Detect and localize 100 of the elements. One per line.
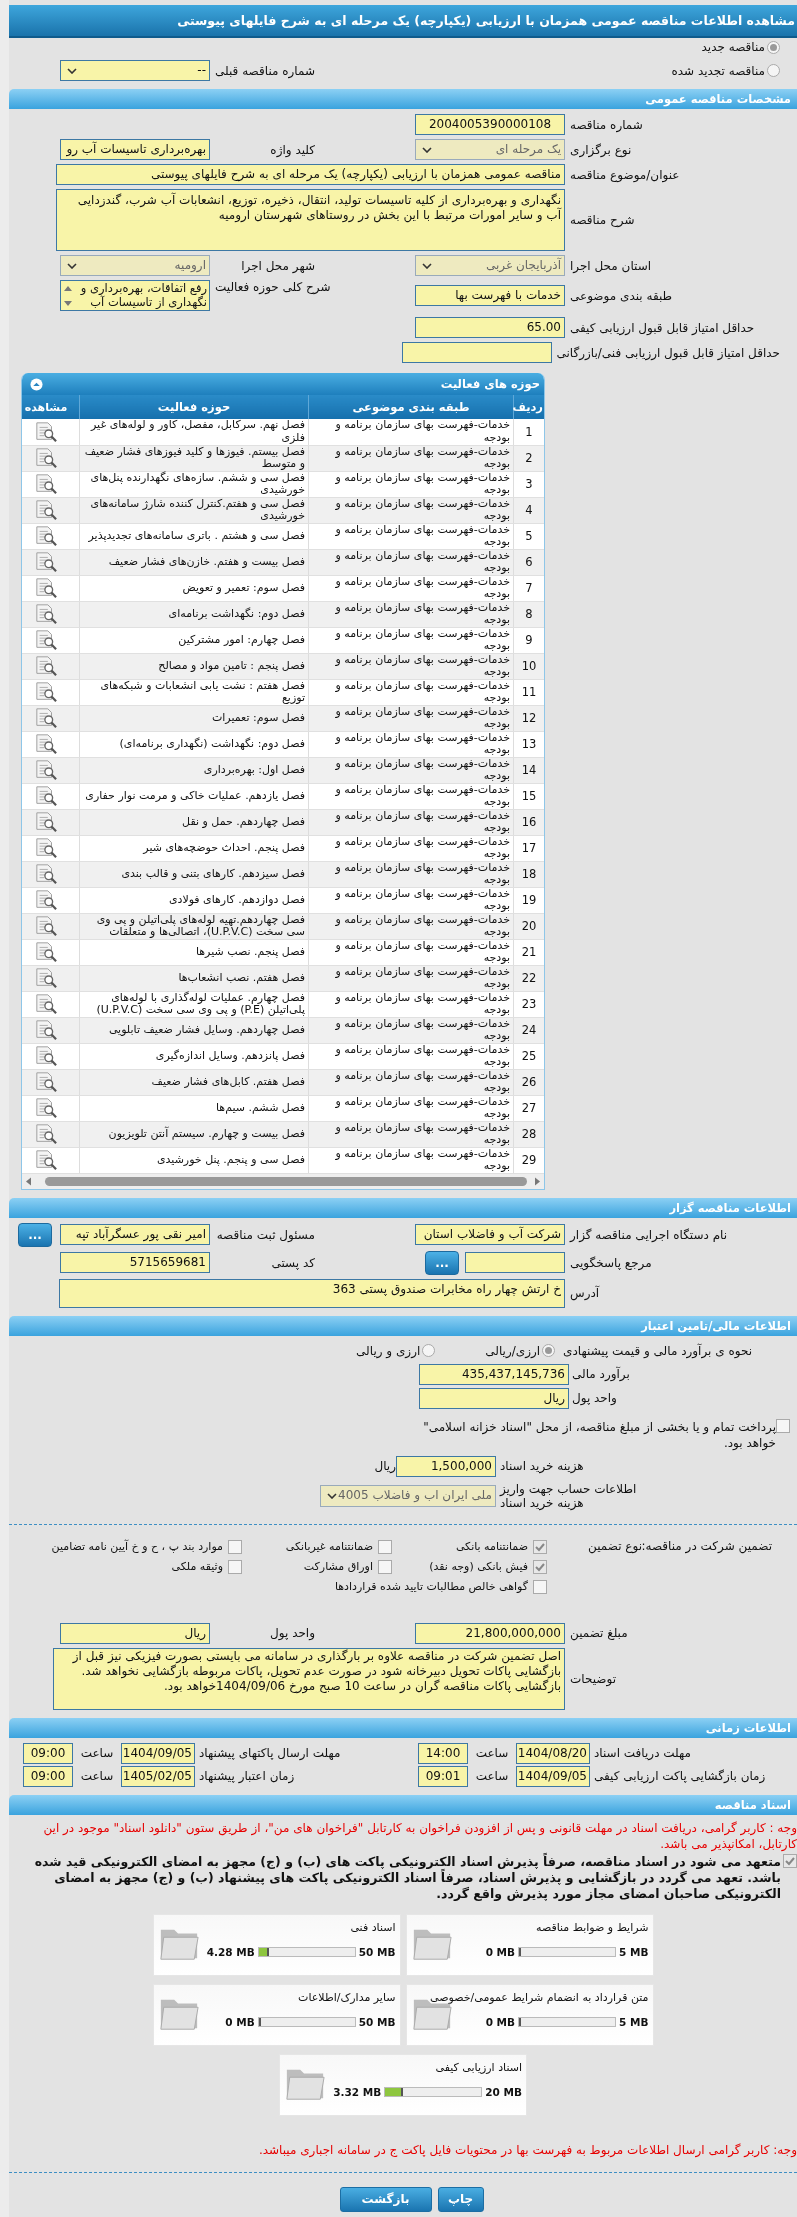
- date-field[interactable]: 1404/08/20: [516, 1742, 590, 1764]
- table-cell: خدمات-فهرست بهای سازمان برنامه و بودجه: [308, 445, 514, 471]
- city-dropdown[interactable]: ارومیه: [60, 255, 210, 276]
- field-label: شرح کلی حوزه فعالیت: [215, 280, 331, 294]
- document-search-icon[interactable]: [34, 915, 58, 937]
- checkbox[interactable]: [783, 1853, 797, 1868]
- document-search-icon[interactable]: [34, 993, 58, 1015]
- time-field[interactable]: 09:01: [418, 1765, 468, 1787]
- checkbox[interactable]: [533, 1559, 547, 1574]
- print-button[interactable]: چاپ: [437, 2186, 484, 2212]
- checkbox[interactable]: [228, 1539, 242, 1554]
- document-search-icon[interactable]: [34, 447, 58, 469]
- document-search-icon[interactable]: [34, 1071, 58, 1093]
- province-dropdown[interactable]: آذربایجان غربی: [415, 255, 565, 276]
- document-search-icon[interactable]: [34, 1097, 58, 1119]
- time-field[interactable]: 09:00: [23, 1742, 73, 1764]
- radio-button[interactable]: [767, 40, 780, 54]
- holding-type-dropdown[interactable]: یک مرحله ای: [415, 139, 565, 160]
- document-search-icon[interactable]: [34, 473, 58, 495]
- radio-button[interactable]: [542, 1344, 556, 1357]
- column-header: حوزه فعالیت: [79, 395, 309, 419]
- document-search-icon[interactable]: [34, 655, 58, 677]
- document-search-icon[interactable]: [34, 499, 58, 521]
- field-label: مرجع پاسخگویی: [569, 1255, 653, 1270]
- document-search-icon[interactable]: [34, 525, 58, 547]
- scope-listbox[interactable]: رفع اتفاقات، بهره‌برداری و نگهداری از تاسیسات آب: [60, 280, 210, 311]
- organization-field[interactable]: شرکت آب و فاضلاب استان: [415, 1224, 565, 1245]
- checkbox[interactable]: [228, 1559, 242, 1574]
- checkbox-option[interactable]: فیش بانکی (وجه نقد): [392, 1558, 547, 1575]
- time-field[interactable]: 09:00: [23, 1765, 73, 1787]
- more-button[interactable]: ...: [425, 1250, 459, 1275]
- time-field[interactable]: 14:00: [418, 1742, 468, 1764]
- field-label: حداقل امتیاز قابل قبول ارزیابی کیفی: [569, 320, 756, 335]
- postal-code-field[interactable]: 5715659681: [60, 1252, 210, 1273]
- classification-field[interactable]: خدمات با فهرست بها: [415, 285, 565, 306]
- document-fee-field[interactable]: 1,500,000: [396, 1455, 496, 1477]
- tender-number-field[interactable]: 2004005390000108: [415, 114, 565, 135]
- checkbox-option[interactable]: اوراق مشارکت: [242, 1558, 392, 1575]
- document-search-icon[interactable]: [34, 681, 58, 703]
- document-search-icon[interactable]: [34, 1123, 58, 1145]
- document-search-icon[interactable]: [34, 733, 58, 755]
- date-field[interactable]: 1405/02/05: [121, 1765, 195, 1787]
- checkbox[interactable]: [776, 1418, 790, 1433]
- checkbox-option[interactable]: ضمانتنامه بانکی: [392, 1538, 547, 1555]
- document-search-icon[interactable]: [34, 420, 58, 443]
- section-header: اطلاعات مالی/تامین اعتبار: [9, 1315, 797, 1336]
- checkbox[interactable]: [533, 1539, 547, 1554]
- subject-field[interactable]: مناقصه عمومی همزمان با ارزیابی (یکپارچه) یک مرحله ای به شرح فایلهای پیوستی: [56, 164, 565, 185]
- responder-field[interactable]: [465, 1252, 565, 1273]
- document-search-icon[interactable]: [34, 551, 58, 573]
- document-search-icon[interactable]: [34, 967, 58, 989]
- document-search-icon[interactable]: [34, 837, 58, 859]
- checkbox[interactable]: [378, 1539, 392, 1554]
- notes-textarea[interactable]: اصل تضمین شرکت در مناقصه علاوه بر بارگذاری در سامانه می بایستی بصورت فیزیکی نیز قبل از بازگشایی پاکات تحویل دبیرخانه شود در صورت عدم تحویل، پاکات مربوطه بازگشایی نخواهد شد. بازگشایی پاکات مناقصه گران در ساعت 10 صبح مورخ 1404/09/06خواهد بود.: [53, 1647, 565, 1710]
- quality-score-field[interactable]: 65.00: [415, 317, 565, 338]
- date-field[interactable]: 1404/09/05: [516, 1765, 590, 1787]
- technical-score-field[interactable]: [401, 342, 552, 363]
- description-textarea[interactable]: نگهداری و بهره‌برداری از کلیه تاسیسات تولید، انتقال، ذخیره، توزیع، انشعابات آب شرب، گندزدایی آب و سایر امورات مرتبط با این بخش در روستاهای شهرستان ارومیه: [56, 189, 565, 251]
- radio-option[interactable]: ارزی/ریالی: [485, 1343, 556, 1358]
- radio-option[interactable]: ارزی و ریالی: [356, 1343, 436, 1358]
- address-field[interactable]: خ ارتش چهار راه مخابرات صندوق پستی 363: [59, 1278, 565, 1308]
- radio-option[interactable]: مناقصه تجدید شده: [671, 63, 780, 78]
- document-search-icon[interactable]: [34, 1045, 58, 1067]
- registrar-field[interactable]: امیر نقی پور عسگرآباد تپه: [60, 1224, 210, 1245]
- checkbox-option[interactable]: گواهی خالص مطالبات تایید شده قراردادها: [22, 1578, 547, 1595]
- document-search-icon[interactable]: [34, 889, 58, 911]
- checkbox-option[interactable]: ضمانتنامه غیربانکی: [242, 1538, 392, 1555]
- document-search-icon[interactable]: [34, 629, 58, 651]
- checkbox-option[interactable]: موارد بند پ ، ح و خ آیین نامه تضامین: [22, 1538, 242, 1555]
- size-label: 0 MB: [485, 2015, 516, 2028]
- document-search-icon[interactable]: [34, 603, 58, 625]
- table-cell: فصل چهارم: امور مشترکین: [79, 627, 309, 653]
- document-search-icon[interactable]: [34, 811, 58, 833]
- checkbox[interactable]: [533, 1579, 547, 1594]
- currency-field[interactable]: ریال: [60, 1622, 210, 1644]
- document-search-icon[interactable]: [34, 941, 58, 963]
- currency-field[interactable]: ریال: [419, 1387, 569, 1409]
- document-search-icon[interactable]: [34, 1019, 58, 1041]
- field-label: عنوان/موضوع مناقصه: [569, 167, 681, 182]
- account-dropdown[interactable]: ملی ایران اب و فاضلاب 4005: [320, 1484, 496, 1507]
- document-search-icon[interactable]: [34, 577, 58, 599]
- date-field[interactable]: 1404/09/05: [121, 1742, 195, 1764]
- radio-button[interactable]: [422, 1344, 436, 1357]
- checkbox[interactable]: [378, 1559, 392, 1574]
- document-search-icon[interactable]: [34, 785, 58, 807]
- guarantee-amount-field[interactable]: 21,800,000,000: [415, 1622, 565, 1644]
- collapse-icon[interactable]: [30, 377, 43, 391]
- table-cell: فصل سیزدهم. کارهای بتنی و قالب بندی: [79, 861, 309, 887]
- radio-option[interactable]: مناقصه جدید: [701, 40, 780, 54]
- estimate-field[interactable]: 435,437,145,736: [419, 1363, 569, 1385]
- document-search-icon[interactable]: [34, 707, 58, 729]
- document-search-icon[interactable]: [34, 1149, 58, 1171]
- document-search-icon[interactable]: [34, 759, 58, 781]
- checkbox-option[interactable]: وثیقه ملکی: [22, 1558, 242, 1575]
- back-button[interactable]: بازگشت: [339, 2186, 432, 2212]
- keyword-field[interactable]: بهره‌برداری تاسیسات آب رو: [60, 139, 210, 160]
- radio-button[interactable]: [767, 64, 780, 77]
- more-button[interactable]: ...: [18, 1222, 52, 1247]
- previous-tender-dropdown[interactable]: --: [60, 60, 210, 81]
- document-search-icon[interactable]: [34, 863, 58, 885]
